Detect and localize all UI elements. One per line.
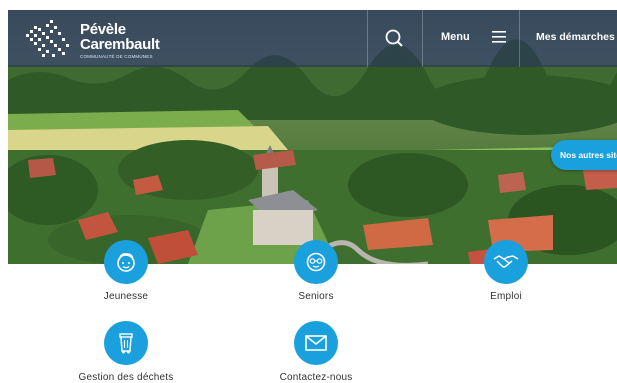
search-button[interactable] <box>368 10 422 67</box>
quick-link-label: Emploi <box>490 291 522 302</box>
logo-title-line2: Carembault <box>80 36 160 53</box>
hero-aerial-photo: Pévèle Carembault COMMUNAUTÉ DE COMMUNES… <box>8 10 617 264</box>
envelope-icon <box>305 335 327 351</box>
menu-label: Menu <box>441 31 470 43</box>
menu-button[interactable]: Menu <box>423 10 519 67</box>
quick-link-gestion-dechets[interactable]: Gestion des déchets <box>56 321 196 383</box>
senior-face-icon <box>306 252 326 272</box>
autres-sites-button[interactable]: Nos autres sites <box>551 140 617 170</box>
quick-link-icon-circle <box>104 240 148 284</box>
handshake-icon <box>493 255 519 268</box>
bin-icon <box>119 333 133 354</box>
site-logo[interactable]: Pévèle Carembault COMMUNAUTÉ DE COMMUNES <box>22 16 172 62</box>
mes-demarches-label: Mes démarches <box>536 31 615 43</box>
logo-title-line1: Pévèle <box>80 21 126 38</box>
search-icon <box>385 29 403 47</box>
quick-link-contactez-nous[interactable]: Contactez-nous <box>246 321 386 383</box>
quick-link-label: Gestion des déchets <box>78 372 174 383</box>
mes-demarches-button[interactable]: Mes démarches <box>520 10 617 67</box>
quick-link-label: Contactez-nous <box>279 372 353 383</box>
site-header: Pévèle Carembault COMMUNAUTÉ DE COMMUNES… <box>8 10 617 67</box>
quick-link-seniors[interactable]: Seniors <box>246 240 386 302</box>
quick-link-icon-circle <box>294 321 338 365</box>
hamburger-icon <box>492 31 506 43</box>
child-face-icon <box>117 253 135 272</box>
logo-map-icon <box>26 20 69 57</box>
logo-title: Pévèle Carembault <box>80 22 160 52</box>
quick-link-label: Jeunesse <box>103 291 149 302</box>
logo-subtitle: COMMUNAUTÉ DE COMMUNES <box>80 54 153 59</box>
quick-link-icon-circle <box>104 321 148 365</box>
quick-link-icon-circle <box>294 240 338 284</box>
quick-link-jeunesse[interactable]: Jeunesse <box>56 240 196 302</box>
quick-link-icon-circle <box>484 240 528 284</box>
quick-link-emploi[interactable]: Emploi <box>436 240 576 302</box>
page: Pévèle Carembault COMMUNAUTÉ DE COMMUNES… <box>0 0 617 383</box>
quick-link-label: Seniors <box>298 291 334 302</box>
